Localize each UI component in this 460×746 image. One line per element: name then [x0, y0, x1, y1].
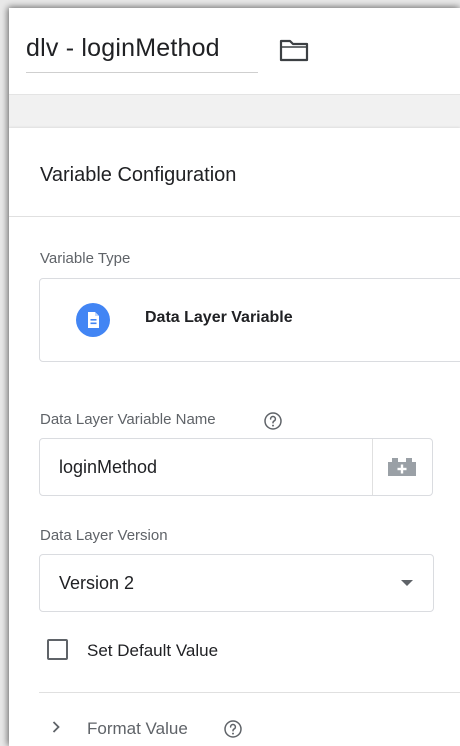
- section-divider: [39, 692, 460, 693]
- document-icon: [76, 303, 110, 337]
- variable-type-name: Data Layer Variable: [145, 309, 293, 326]
- data-layer-version-value: Version 2: [59, 573, 135, 593]
- format-value-expander[interactable]: Format Value: [39, 712, 459, 746]
- card-title: Variable Configuration: [40, 164, 237, 186]
- header-separator-band: [9, 94, 460, 129]
- set-default-value-checkbox[interactable]: [47, 639, 68, 660]
- help-icon[interactable]: [223, 719, 243, 739]
- variable-editor-panel: dlv - loginMethod Variable Configuration…: [9, 8, 460, 746]
- variable-configuration-card: Variable Configuration Variable Type Dat…: [9, 128, 460, 746]
- chevron-right-icon: [52, 721, 60, 733]
- data-layer-variable-name-label: Data Layer Variable Name: [40, 411, 216, 428]
- dropdown-caret-icon: [401, 580, 413, 586]
- data-layer-version-label: Data Layer Version: [40, 527, 168, 544]
- data-layer-version-select[interactable]: Version 2: [39, 554, 434, 612]
- variable-type-label: Variable Type: [40, 250, 131, 267]
- data-layer-variable-name-input[interactable]: loginMethod: [39, 438, 433, 496]
- editor-header: dlv - loginMethod: [9, 8, 460, 94]
- help-icon[interactable]: [263, 411, 283, 431]
- card-divider: [9, 216, 460, 217]
- title-underline: [26, 72, 258, 73]
- brick-icon[interactable]: [386, 456, 418, 478]
- data-layer-variable-name-value[interactable]: loginMethod: [59, 457, 157, 478]
- variable-type-selector[interactable]: Data Layer Variable: [39, 278, 460, 362]
- folder-icon[interactable]: [279, 38, 309, 62]
- variable-name-title[interactable]: dlv - loginMethod: [26, 34, 220, 63]
- set-default-value-label[interactable]: Set Default Value: [87, 641, 218, 661]
- input-separator: [372, 439, 373, 495]
- format-value-label: Format Value: [87, 719, 188, 738]
